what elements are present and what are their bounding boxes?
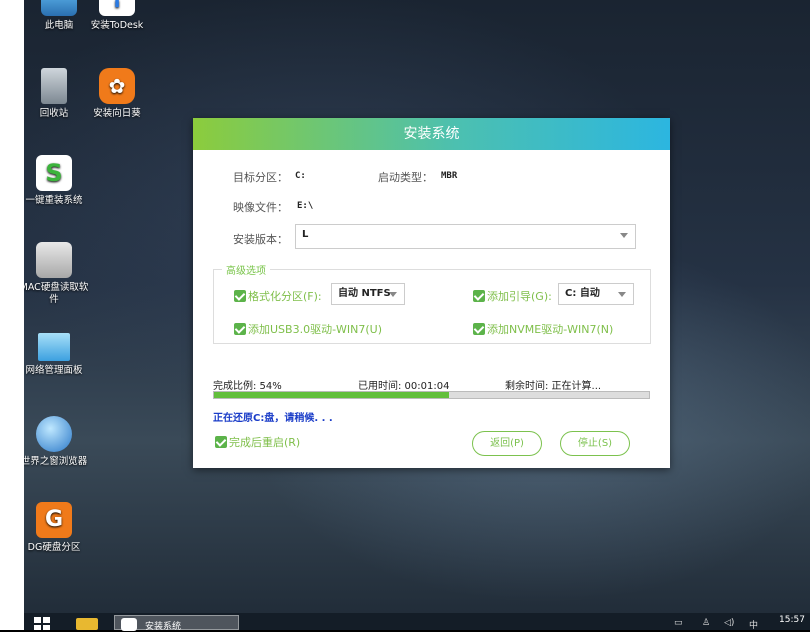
desktop-icon-network-panel[interactable]: 网络管理面板 <box>24 333 89 377</box>
checkbox-checked-icon <box>215 436 227 448</box>
chevron-down-icon <box>618 292 626 297</box>
progress-bar <box>213 391 650 399</box>
install-version-select[interactable]: L <box>295 224 636 249</box>
volume-tray-icon[interactable]: ◁) <box>724 618 734 628</box>
image-file-label: 映像文件： <box>233 201 288 214</box>
advanced-options-group: 高级选项 格式化分区(F): 自动 NTFS 添加引导(G): C: 自动 添加… <box>213 262 651 344</box>
person-tray-icon[interactable]: ♙ <box>702 618 710 628</box>
taskbar-clock: 15:57 <box>779 615 805 625</box>
progress-bar-fill <box>214 392 449 398</box>
boot-type-label: 启动类型： <box>378 171 433 184</box>
add-boot-checkbox[interactable]: 添加引导(G): <box>473 288 552 304</box>
reinstall-icon <box>121 618 137 631</box>
reboot-after-checkbox[interactable]: 完成后重启(R) <box>215 434 300 450</box>
format-partition-checkbox[interactable]: 格式化分区(F): <box>234 288 322 304</box>
todesk-icon: ▮ <box>99 0 135 16</box>
stop-button[interactable]: 停止(S) <box>560 431 630 456</box>
advanced-options-legend: 高级选项 <box>222 262 270 277</box>
file-explorer-icon[interactable] <box>76 618 98 630</box>
sunflower-icon: ✿ <box>99 68 135 104</box>
nvme-driver-checkbox[interactable]: 添加NVME驱动-WIN7(N) <box>473 321 613 337</box>
chevron-down-icon <box>389 292 397 297</box>
add-boot-select[interactable]: C: 自动 <box>558 283 634 305</box>
reinstall-icon: S <box>36 155 72 191</box>
desktop-icon-reinstall[interactable]: S 一键重装系统 <box>24 155 89 207</box>
install-version-label: 安装版本： <box>233 233 288 246</box>
left-edge <box>0 0 24 630</box>
format-fs-select[interactable]: 自动 NTFS <box>331 283 405 305</box>
input-method-indicator[interactable]: 中 <box>749 618 758 631</box>
usb3-driver-checkbox[interactable]: 添加USB3.0驱动-WIN7(U) <box>234 321 382 337</box>
install-system-dialog: 安装系统 目标分区： C: 启动类型： MBR 映像文件： E:\ 安装版本： … <box>193 118 670 468</box>
desktop-icon-recycle-bin[interactable]: 回收站 <box>24 68 89 120</box>
desktop-icon-todesk[interactable]: ▮ 安装ToDesk <box>82 0 152 32</box>
target-partition-label: 目标分区： <box>233 171 288 184</box>
checkbox-checked-icon <box>473 323 485 335</box>
checkbox-checked-icon <box>234 323 246 335</box>
back-button[interactable]: 返回(P) <box>472 431 542 456</box>
image-file-value: E:\ <box>297 201 314 211</box>
chevron-down-icon <box>620 233 628 238</box>
boot-type-value: MBR <box>441 171 458 181</box>
desktop-icon-mac-disk[interactable]: MAC硬盘读取软件 <box>24 242 89 306</box>
desktop-icon-sunflower[interactable]: ✿ 安装向日葵 <box>82 68 152 120</box>
mac-disk-icon <box>36 242 72 278</box>
dg-partition-icon: G <box>36 502 72 538</box>
remaining-time-text: 剩余时间: 正在计算... <box>505 381 602 392</box>
taskbar-app-install-system[interactable]: 安装系统 <box>114 615 239 632</box>
dialog-title: 安装系统 <box>193 118 670 150</box>
recycle-bin-icon <box>41 68 67 104</box>
browser-icon <box>36 416 72 452</box>
target-partition-value: C: <box>295 171 306 181</box>
elapsed-time-text: 已用时间: 00:01:04 <box>358 381 450 392</box>
computer-icon <box>41 0 77 16</box>
taskbar: 安装系统 ▭ ♙ ◁) 中 15:57 <box>24 613 810 632</box>
network-tray-icon[interactable]: ▭ <box>674 618 683 628</box>
checkbox-checked-icon <box>473 290 485 302</box>
status-text: 正在还原C:盘，请稍候. . . <box>213 413 333 424</box>
desktop-icon-browser[interactable]: 世界之窗浏览器 <box>24 416 89 468</box>
windows-start-icon[interactable] <box>34 617 50 630</box>
checkbox-checked-icon <box>234 290 246 302</box>
desktop-icon-dg-partition[interactable]: G DG硬盘分区 <box>24 502 89 554</box>
progress-ratio-text: 完成比例: 54% <box>213 381 282 392</box>
network-panel-icon <box>38 333 70 361</box>
